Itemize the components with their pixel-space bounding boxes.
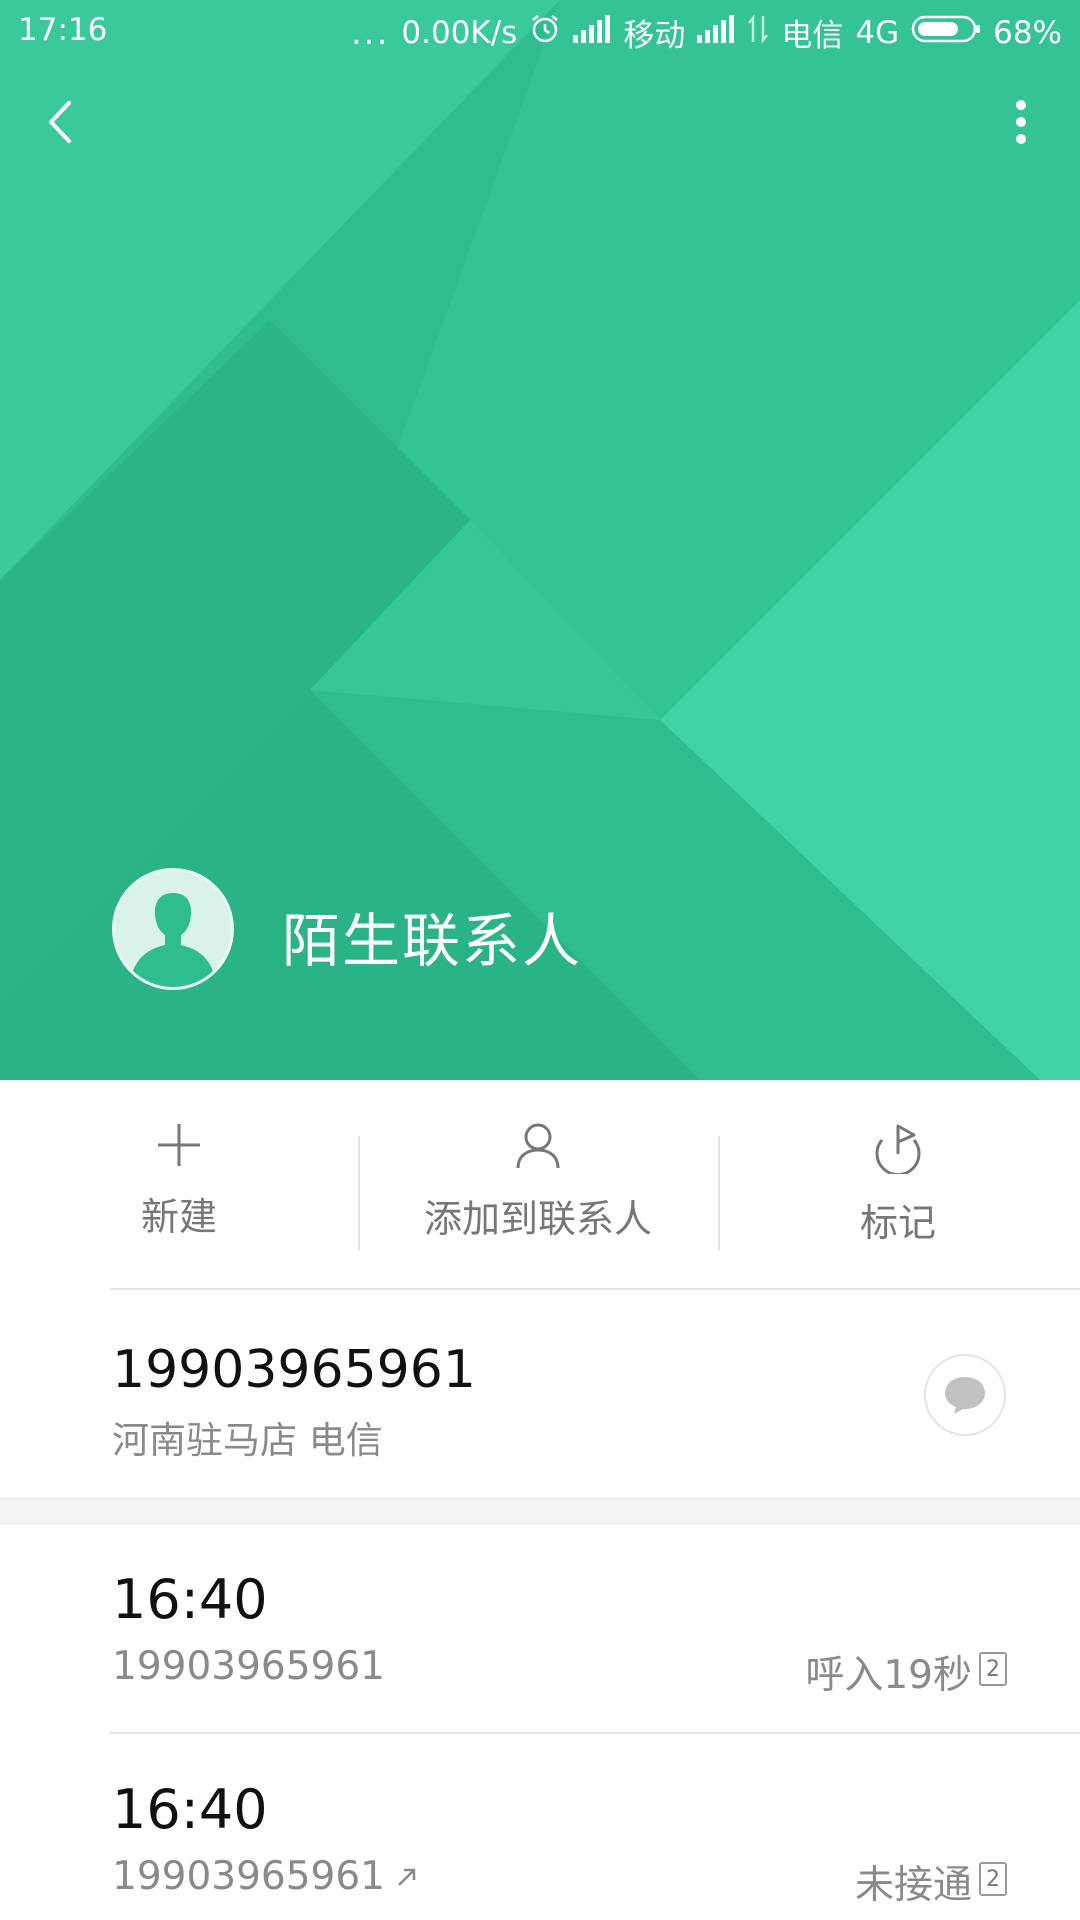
call-number: 19903965961 [112,1854,419,1899]
battery-percent: 68% [993,14,1062,51]
carrier-1: 移动 [623,18,686,54]
number-row[interactable]: 19903965961 河南驻马店 电信 [0,1290,1080,1498]
back-arrow-icon [49,101,71,143]
contact-header: 17:16 ... 0.00K/s 移动 电信 4G 68% 陌生联系人 [0,0,1080,1080]
status-bar: 17:16 ... 0.00K/s 移动 电信 4G 68% [0,0,1080,62]
call-time: 16:40 [112,1778,268,1841]
avatar [112,868,234,990]
data-arrows-icon [747,13,769,52]
alarm-icon [529,13,561,53]
status-more: ... [350,12,390,53]
message-bubble-icon [945,1377,985,1414]
person-icon [516,1123,560,1169]
contact-name: 陌生联系人 [282,907,583,975]
outgoing-arrow-icon [398,1868,416,1886]
mark-button[interactable]: 标记 [718,1080,1078,1290]
signal-icon-2 [697,14,735,51]
call-status: 呼入19秒 [805,1653,972,1698]
action-divider [358,1136,360,1250]
phone-number: 19903965961 [112,1340,476,1400]
new-contact-label: 新建 [140,1195,217,1239]
person-silhouette-icon [129,893,217,987]
sim-badge: 2 [979,1652,1007,1686]
plus-icon [158,1124,200,1166]
mark-label: 标记 [859,1201,936,1245]
add-to-contacts-label: 添加到联系人 [423,1197,652,1241]
call-detail-screen: 17:16 ... 0.00K/s 移动 电信 4G 68% 陌生联系人 新建 … [0,0,1080,1920]
call-number-text: 19903965961 [112,1644,385,1689]
action-bar: 新建 添加到联系人 标记 [0,1080,1080,1290]
call-time: 16:40 [112,1568,268,1631]
action-divider [718,1136,720,1250]
network-type: 4G [855,14,900,51]
message-button[interactable] [924,1354,1006,1436]
new-contact-button[interactable]: 新建 [0,1080,358,1290]
status-speed: 0.00K/s [401,14,518,51]
call-status: 未接通 [854,1863,972,1908]
more-vertical-icon [1016,100,1026,144]
call-log-item[interactable]: 16:40 19903965961 呼入19秒 2 [0,1524,1080,1732]
more-options-button[interactable] [996,92,1046,152]
number-location: 河南驻马店 电信 [112,1419,383,1462]
call-number-text: 19903965961 [112,1854,385,1899]
section-separator [0,1498,1080,1524]
flag-icon [875,1124,921,1174]
call-number: 19903965961 [112,1644,385,1689]
battery-icon [911,14,981,52]
signal-icon-1 [573,14,611,51]
call-log-item[interactable]: 16:40 19903965961 未接通 2 [0,1734,1080,1920]
add-to-contacts-button[interactable]: 添加到联系人 [358,1080,718,1290]
status-time: 17:16 [18,12,108,48]
carrier-2: 电信 [781,18,844,54]
back-button[interactable] [30,92,90,152]
sim-badge: 2 [979,1862,1007,1896]
